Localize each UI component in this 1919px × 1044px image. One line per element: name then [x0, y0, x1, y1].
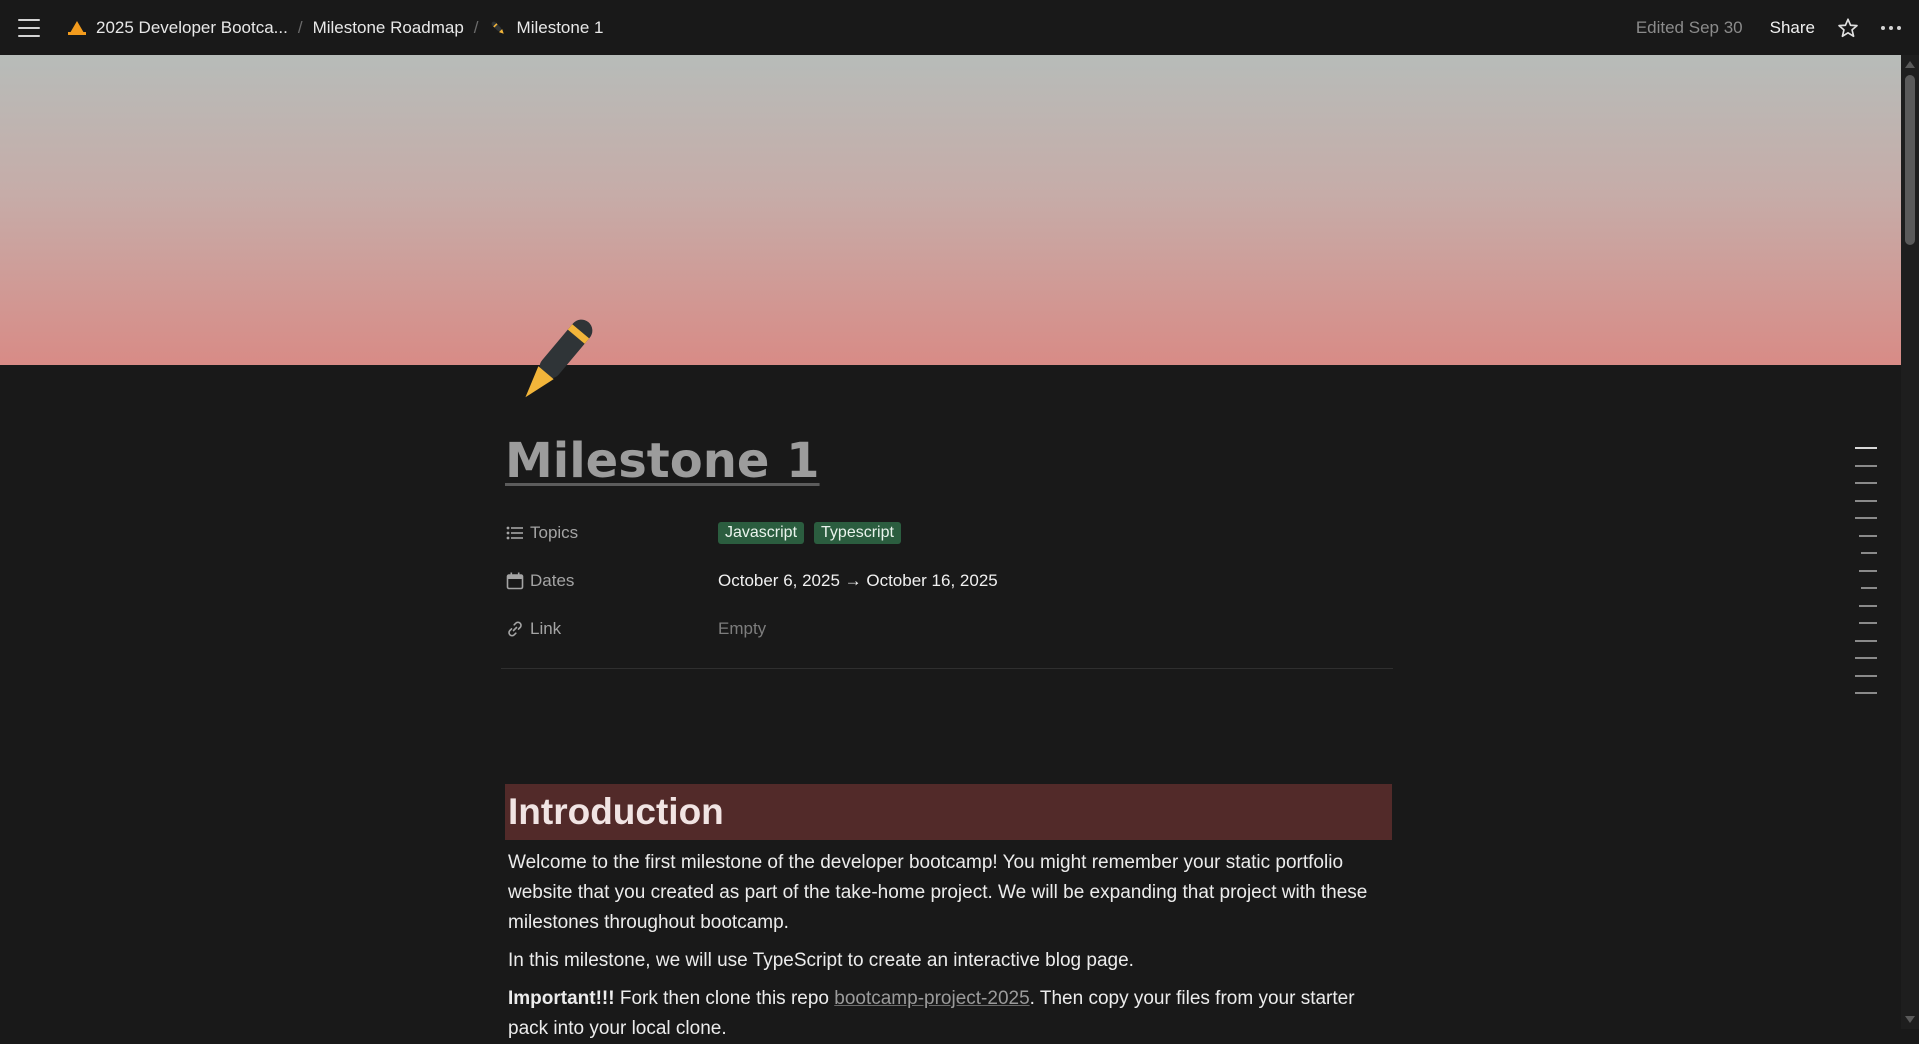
breadcrumb: 2025 Developer Bootca... / Milestone Roa… — [62, 14, 609, 42]
page-content: Milestone 1 Topics Javascript Typescript — [501, 425, 1393, 1044]
calendar-icon — [505, 572, 525, 590]
intro-paragraph-2[interactable]: In this milestone, we will use TypeScrip… — [508, 946, 1368, 976]
tag-javascript[interactable]: Javascript — [718, 522, 805, 544]
star-icon[interactable] — [1837, 17, 1859, 39]
link-icon — [505, 620, 525, 638]
scroll-up-arrow[interactable] — [1905, 61, 1915, 68]
scroll-thumb[interactable] — [1905, 75, 1915, 245]
toc-item[interactable] — [1861, 587, 1877, 589]
toc-item[interactable] — [1855, 639, 1877, 642]
breadcrumb-milestone[interactable]: Milestone 1 — [483, 14, 610, 42]
toc-item[interactable] — [1855, 692, 1877, 694]
property-label: Dates — [530, 571, 575, 590]
property-label: Topics — [530, 523, 579, 542]
share-button[interactable]: Share — [1770, 18, 1815, 38]
more-options-icon[interactable] — [1881, 25, 1901, 30]
breadcrumb-roadmap[interactable]: Milestone Roadmap — [307, 14, 470, 42]
toc-item[interactable] — [1859, 569, 1877, 572]
toc-item[interactable] — [1855, 447, 1877, 449]
breadcrumb-label: Milestone 1 — [516, 17, 604, 37]
toc-item[interactable] — [1855, 482, 1877, 484]
property-link: Link Empty — [505, 605, 1393, 653]
top-bar: 2025 Developer Bootca... / Milestone Roa… — [0, 0, 1919, 55]
important-label: Important!!! — [508, 988, 615, 1009]
cone-icon — [68, 20, 86, 35]
breadcrumb-bootcamp[interactable]: 2025 Developer Bootca... — [62, 14, 294, 42]
toc-item[interactable] — [1855, 499, 1877, 502]
menu-icon[interactable] — [18, 18, 40, 37]
cover-image — [0, 55, 1901, 365]
topbar-actions: Edited Sep 30 Share — [1636, 17, 1901, 39]
property-dates: Dates October 6, 2025 → October 16, 2025 — [505, 557, 1393, 605]
list-icon — [505, 525, 525, 541]
breadcrumb-separator: / — [297, 17, 303, 37]
scrollbar[interactable] — [1901, 55, 1919, 1029]
property-name-dates[interactable]: Dates — [505, 571, 718, 591]
tag-typescript[interactable]: Typescript — [814, 522, 901, 544]
property-name-link[interactable]: Link — [505, 619, 718, 639]
page-title[interactable]: Milestone 1 — [505, 425, 820, 497]
toc-item[interactable] — [1859, 622, 1877, 624]
toc-item[interactable] — [1861, 552, 1877, 554]
breadcrumb-label: Milestone Roadmap — [312, 17, 464, 37]
property-value-dates[interactable]: October 6, 2025 → October 16, 2025 — [718, 571, 998, 591]
paragraph-text: Fork then clone this repo — [614, 988, 835, 1009]
toc-item[interactable] — [1859, 534, 1877, 537]
intro-paragraph-1[interactable]: Welcome to the first milestone of the de… — [508, 848, 1368, 938]
table-of-contents[interactable] — [1855, 447, 1877, 710]
divider — [501, 668, 1393, 669]
intro-paragraph-3[interactable]: Important!!! Fork then clone this repo b… — [508, 984, 1368, 1044]
fountain-pen-icon[interactable] — [505, 312, 605, 412]
property-label: Link — [530, 619, 562, 638]
introduction-heading[interactable]: Introduction — [505, 784, 1392, 840]
toc-item[interactable] — [1855, 464, 1877, 467]
toc-item[interactable] — [1855, 674, 1877, 677]
scroll-down-arrow[interactable] — [1905, 1016, 1915, 1023]
toc-item[interactable] — [1855, 517, 1877, 519]
property-value-link[interactable]: Empty — [718, 619, 766, 639]
edited-timestamp: Edited Sep 30 — [1635, 17, 1743, 37]
properties: Topics Javascript Typescript Dates Octob… — [505, 509, 1393, 653]
toc-item[interactable] — [1855, 657, 1877, 659]
pen-icon — [489, 19, 507, 37]
property-topics: Topics Javascript Typescript — [505, 509, 1393, 557]
breadcrumb-label: 2025 Developer Bootca... — [96, 17, 288, 37]
property-name-topics[interactable]: Topics — [505, 523, 718, 543]
repo-link[interactable]: bootcamp-project-2025 — [834, 988, 1029, 1009]
breadcrumb-separator: / — [473, 17, 479, 37]
property-value-topics[interactable]: Javascript Typescript — [718, 522, 901, 544]
toc-item[interactable] — [1859, 604, 1877, 607]
